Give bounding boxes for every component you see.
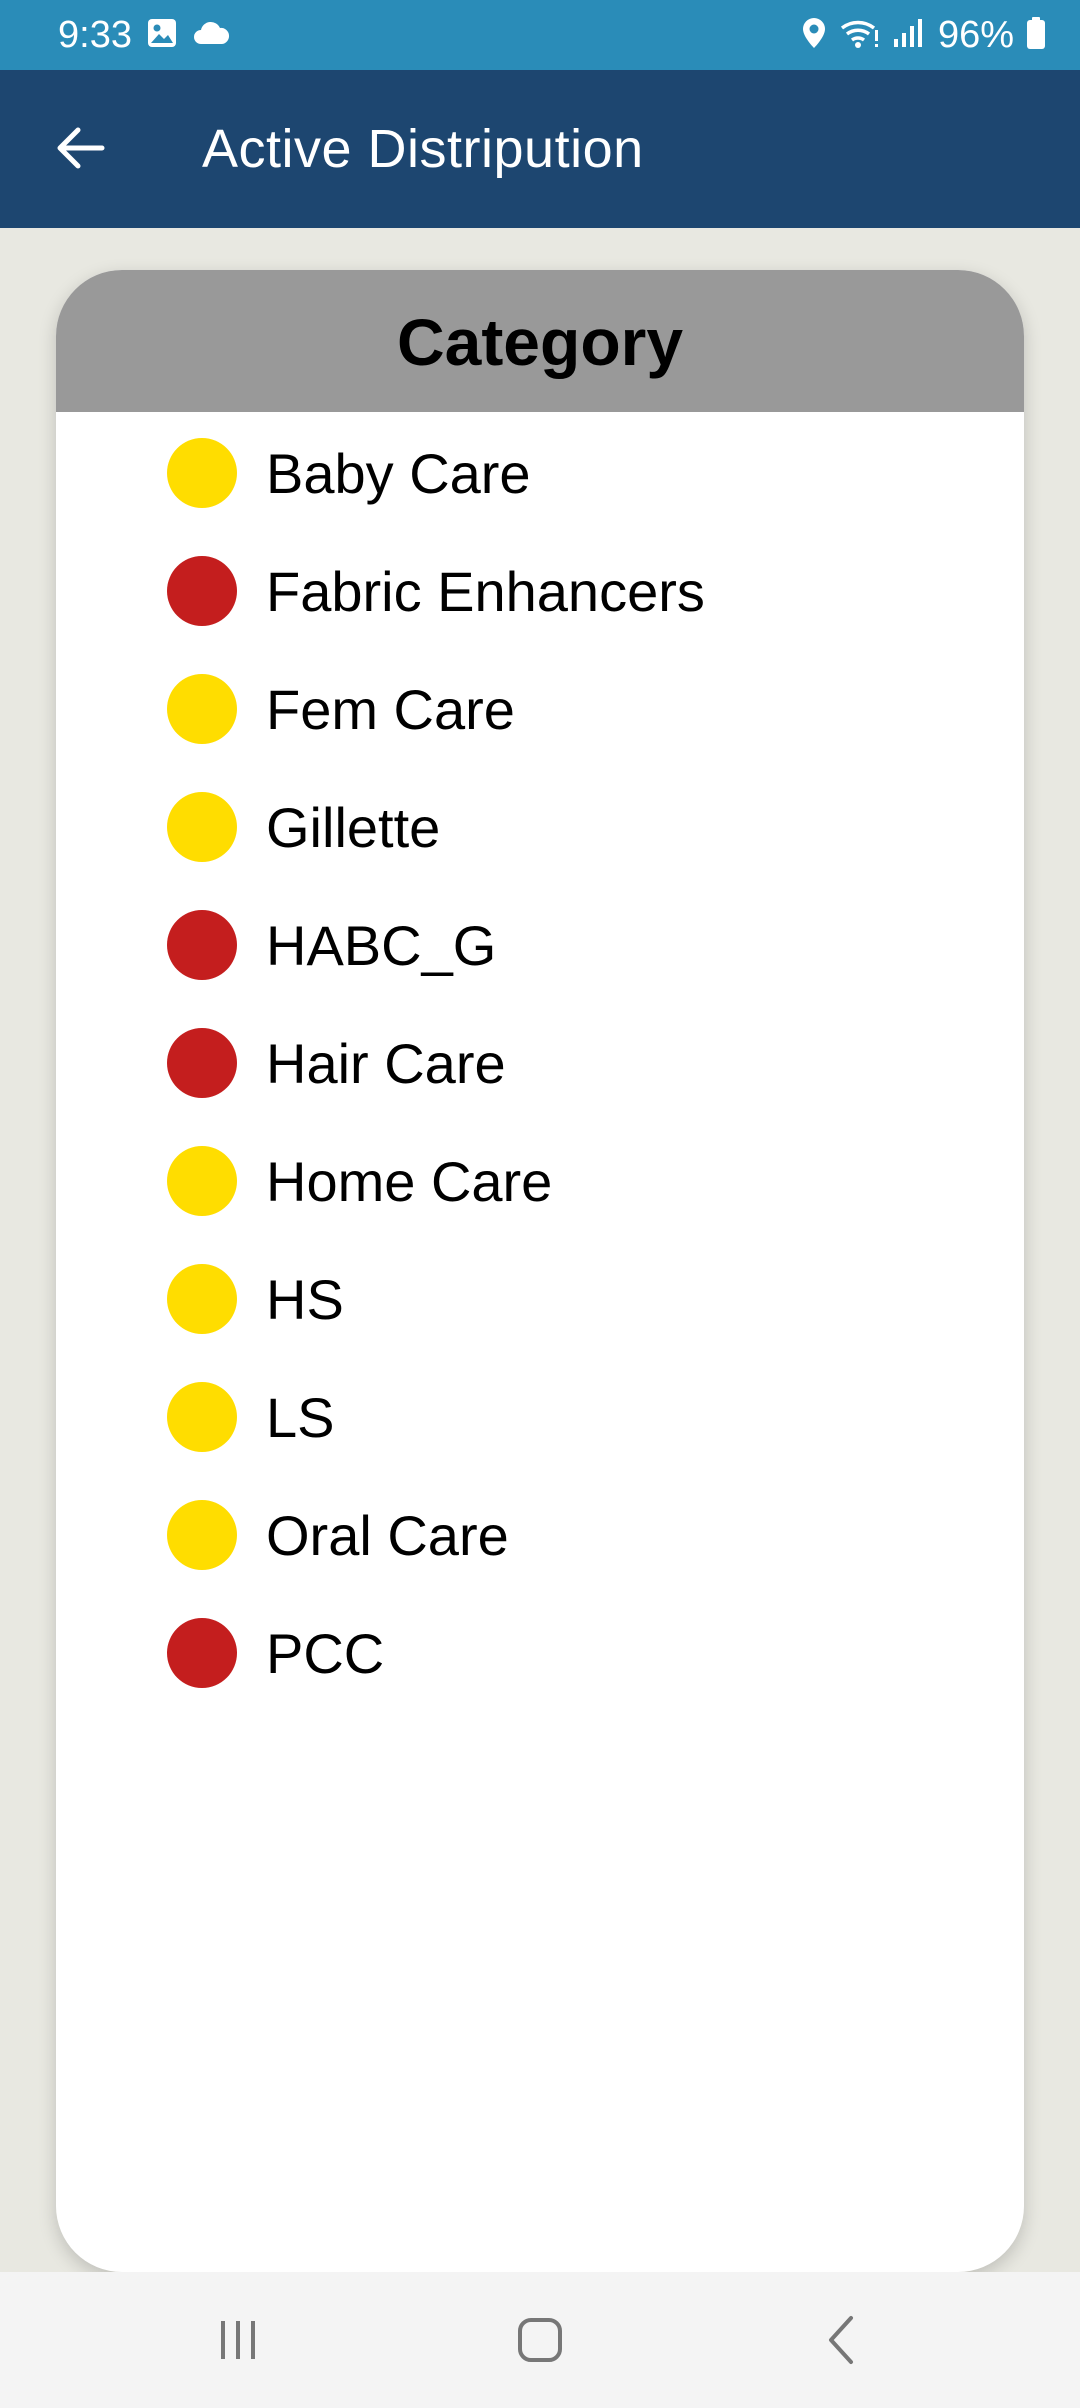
category-label: Baby Care (266, 442, 531, 505)
home-button[interactable] (500, 2302, 580, 2382)
category-item-gillette[interactable]: Gillette (56, 766, 1024, 884)
status-dot-yellow (167, 1264, 237, 1334)
category-item-ls[interactable]: LS (56, 1356, 1024, 1474)
category-label: HABC_G (266, 914, 497, 977)
back-button[interactable] (40, 110, 120, 190)
category-label: HS (266, 1268, 344, 1331)
status-dot-red (167, 910, 237, 980)
category-label: LS (266, 1386, 335, 1449)
status-right: 96% (800, 10, 1046, 60)
category-label: Home Care (266, 1150, 553, 1213)
cloud-icon (192, 19, 230, 52)
status-dot-red (167, 1618, 237, 1688)
status-dot-yellow (167, 1382, 237, 1452)
battery-icon (1026, 16, 1046, 55)
status-bar: 9:33 96% (0, 0, 1080, 70)
category-label: Fabric Enhancers (266, 560, 705, 623)
arrow-left-icon (54, 126, 106, 175)
status-dot-yellow (167, 792, 237, 862)
system-nav-bar (0, 2272, 1080, 2408)
page-title: Active Distripution (202, 119, 644, 179)
category-list: Baby Care Fabric Enhancers Fem Care Gill… (56, 412, 1024, 1710)
status-dot-yellow (167, 674, 237, 744)
wifi-icon (840, 16, 880, 55)
category-label: Oral Care (266, 1504, 509, 1567)
category-card: Category Baby Care Fabric Enhancers Fem … (56, 270, 1024, 2272)
recent-apps-icon (215, 2317, 261, 2368)
recent-apps-button[interactable] (198, 2302, 278, 2382)
status-dot-red (167, 1028, 237, 1098)
category-label: PCC (266, 1622, 385, 1685)
category-item-fabric-enhancers[interactable]: Fabric Enhancers (56, 530, 1024, 648)
app-bar: Active Distripution (0, 70, 1080, 228)
card-header-title: Category (396, 305, 684, 379)
status-dot-yellow (167, 1500, 237, 1570)
category-label: Fem Care (266, 678, 515, 741)
category-item-oral-care[interactable]: Oral Care (56, 1474, 1024, 1592)
category-item-habc-g[interactable]: HABC_G (56, 884, 1024, 1002)
category-item-hair-care[interactable]: Hair Care (56, 1002, 1024, 1120)
category-item-baby-care[interactable]: Baby Care (56, 412, 1024, 530)
status-dot-yellow (167, 438, 237, 508)
category-item-pcc[interactable]: PCC (56, 1592, 1024, 1710)
home-icon (516, 2316, 564, 2369)
battery-percent: 96% (937, 14, 1014, 56)
status-dot-red (167, 556, 237, 626)
location-icon (800, 16, 828, 55)
nav-back-button[interactable] (803, 2302, 883, 2382)
status-left-icons (146, 16, 230, 54)
category-item-hs[interactable]: HS (56, 1238, 1024, 1356)
category-item-fem-care[interactable]: Fem Care (56, 648, 1024, 766)
card-header: Category (56, 270, 1024, 412)
signal-icon (892, 17, 926, 54)
category-label: Gillette (266, 796, 441, 859)
back-icon (823, 2314, 863, 2371)
category-item-home-care[interactable]: Home Care (56, 1120, 1024, 1238)
category-label: Hair Care (266, 1032, 506, 1095)
status-dot-yellow (167, 1146, 237, 1216)
status-time: 9:33 (58, 14, 132, 56)
image-icon (146, 17, 178, 54)
